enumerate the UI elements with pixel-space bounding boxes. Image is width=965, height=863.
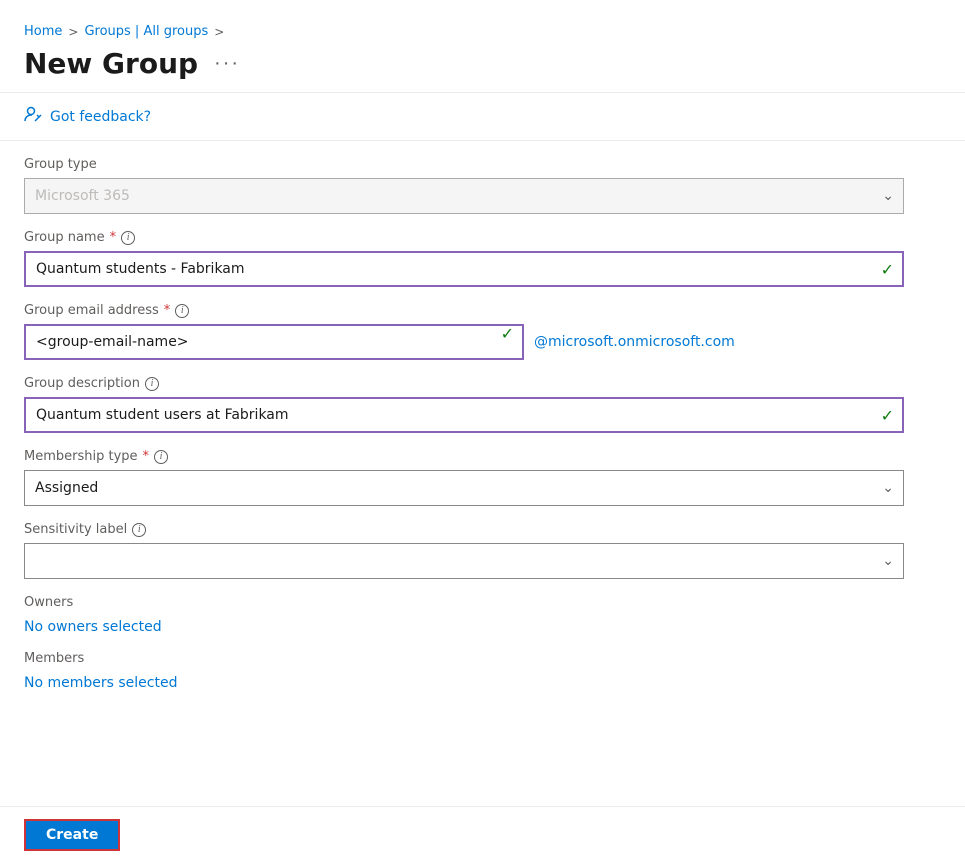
group-type-label: Group type: [24, 157, 904, 172]
group-name-field: Group name * i ✓: [24, 230, 904, 287]
sensitivity-label-label: Sensitivity label i: [24, 522, 904, 537]
page-title: New Group: [24, 47, 198, 80]
feedback-bar: Got feedback?: [0, 93, 965, 141]
breadcrumb-sep1: >: [68, 25, 78, 39]
group-name-input-wrapper: ✓: [24, 251, 904, 287]
breadcrumb-groups[interactable]: Groups | All groups: [84, 24, 208, 39]
form-scroll-area[interactable]: Group type Microsoft 365 ⌄ Group name *: [0, 141, 965, 806]
new-group-window: Home > Groups | All groups > New Group ·…: [0, 0, 965, 863]
membership-type-required: *: [143, 449, 150, 464]
owners-label: Owners: [24, 595, 904, 610]
group-description-input-wrapper: ✓: [24, 397, 904, 433]
sensitivity-label-info-icon: i: [132, 523, 146, 537]
owners-link[interactable]: No owners selected: [24, 619, 162, 635]
owners-field: Owners No owners selected: [24, 595, 904, 635]
group-email-check-icon: ✓: [501, 324, 514, 343]
feedback-link[interactable]: Got feedback?: [50, 109, 151, 125]
breadcrumb-sep2: >: [214, 25, 224, 39]
group-email-suffix: @microsoft.onmicrosoft.com: [534, 334, 735, 350]
page-header: New Group ···: [0, 43, 965, 92]
create-button[interactable]: Create: [24, 819, 120, 851]
group-email-required: *: [164, 303, 171, 318]
membership-type-dropdown[interactable]: Assigned: [24, 470, 904, 506]
sensitivity-label-dropdown[interactable]: [24, 543, 904, 579]
form-area: Group type Microsoft 365 ⌄ Group name *: [24, 157, 904, 691]
group-description-info-icon: i: [145, 377, 159, 391]
group-type-dropdown[interactable]: Microsoft 365: [24, 178, 904, 214]
sensitivity-label-field: Sensitivity label i ⌄: [24, 522, 904, 579]
membership-type-info-icon: i: [154, 450, 168, 464]
group-name-required: *: [110, 230, 117, 245]
members-label: Members: [24, 651, 904, 666]
group-type-dropdown-wrapper: Microsoft 365 ⌄: [24, 178, 904, 214]
group-name-info-icon: i: [121, 231, 135, 245]
breadcrumb: Home > Groups | All groups >: [0, 16, 965, 43]
feedback-icon: [24, 105, 42, 128]
group-email-input[interactable]: [24, 324, 524, 360]
breadcrumb-home[interactable]: Home: [24, 24, 62, 39]
members-link[interactable]: No members selected: [24, 675, 177, 691]
bottom-bar: Create: [0, 806, 965, 863]
group-description-check-icon: ✓: [881, 406, 894, 425]
group-description-input[interactable]: [24, 397, 904, 433]
group-email-info-icon: i: [175, 304, 189, 318]
group-type-field: Group type Microsoft 365 ⌄: [24, 157, 904, 214]
group-email-input-wrapper: ✓: [24, 324, 524, 360]
membership-type-dropdown-wrapper: Assigned ⌄: [24, 470, 904, 506]
sensitivity-label-dropdown-wrapper: ⌄: [24, 543, 904, 579]
group-description-field: Group description i ✓: [24, 376, 904, 433]
membership-type-label: Membership type * i: [24, 449, 904, 464]
main-content: Home > Groups | All groups > New Group ·…: [0, 0, 965, 863]
group-name-check-icon: ✓: [881, 260, 894, 279]
group-email-row: ✓ @microsoft.onmicrosoft.com: [24, 324, 904, 360]
group-name-input[interactable]: [24, 251, 904, 287]
group-name-label: Group name * i: [24, 230, 904, 245]
ellipsis-button[interactable]: ···: [210, 50, 244, 77]
group-description-label: Group description i: [24, 376, 904, 391]
group-email-field: Group email address * i ✓ @microsoft.onm…: [24, 303, 904, 360]
members-field: Members No members selected: [24, 651, 904, 691]
membership-type-field: Membership type * i Assigned ⌄: [24, 449, 904, 506]
group-email-label: Group email address * i: [24, 303, 904, 318]
